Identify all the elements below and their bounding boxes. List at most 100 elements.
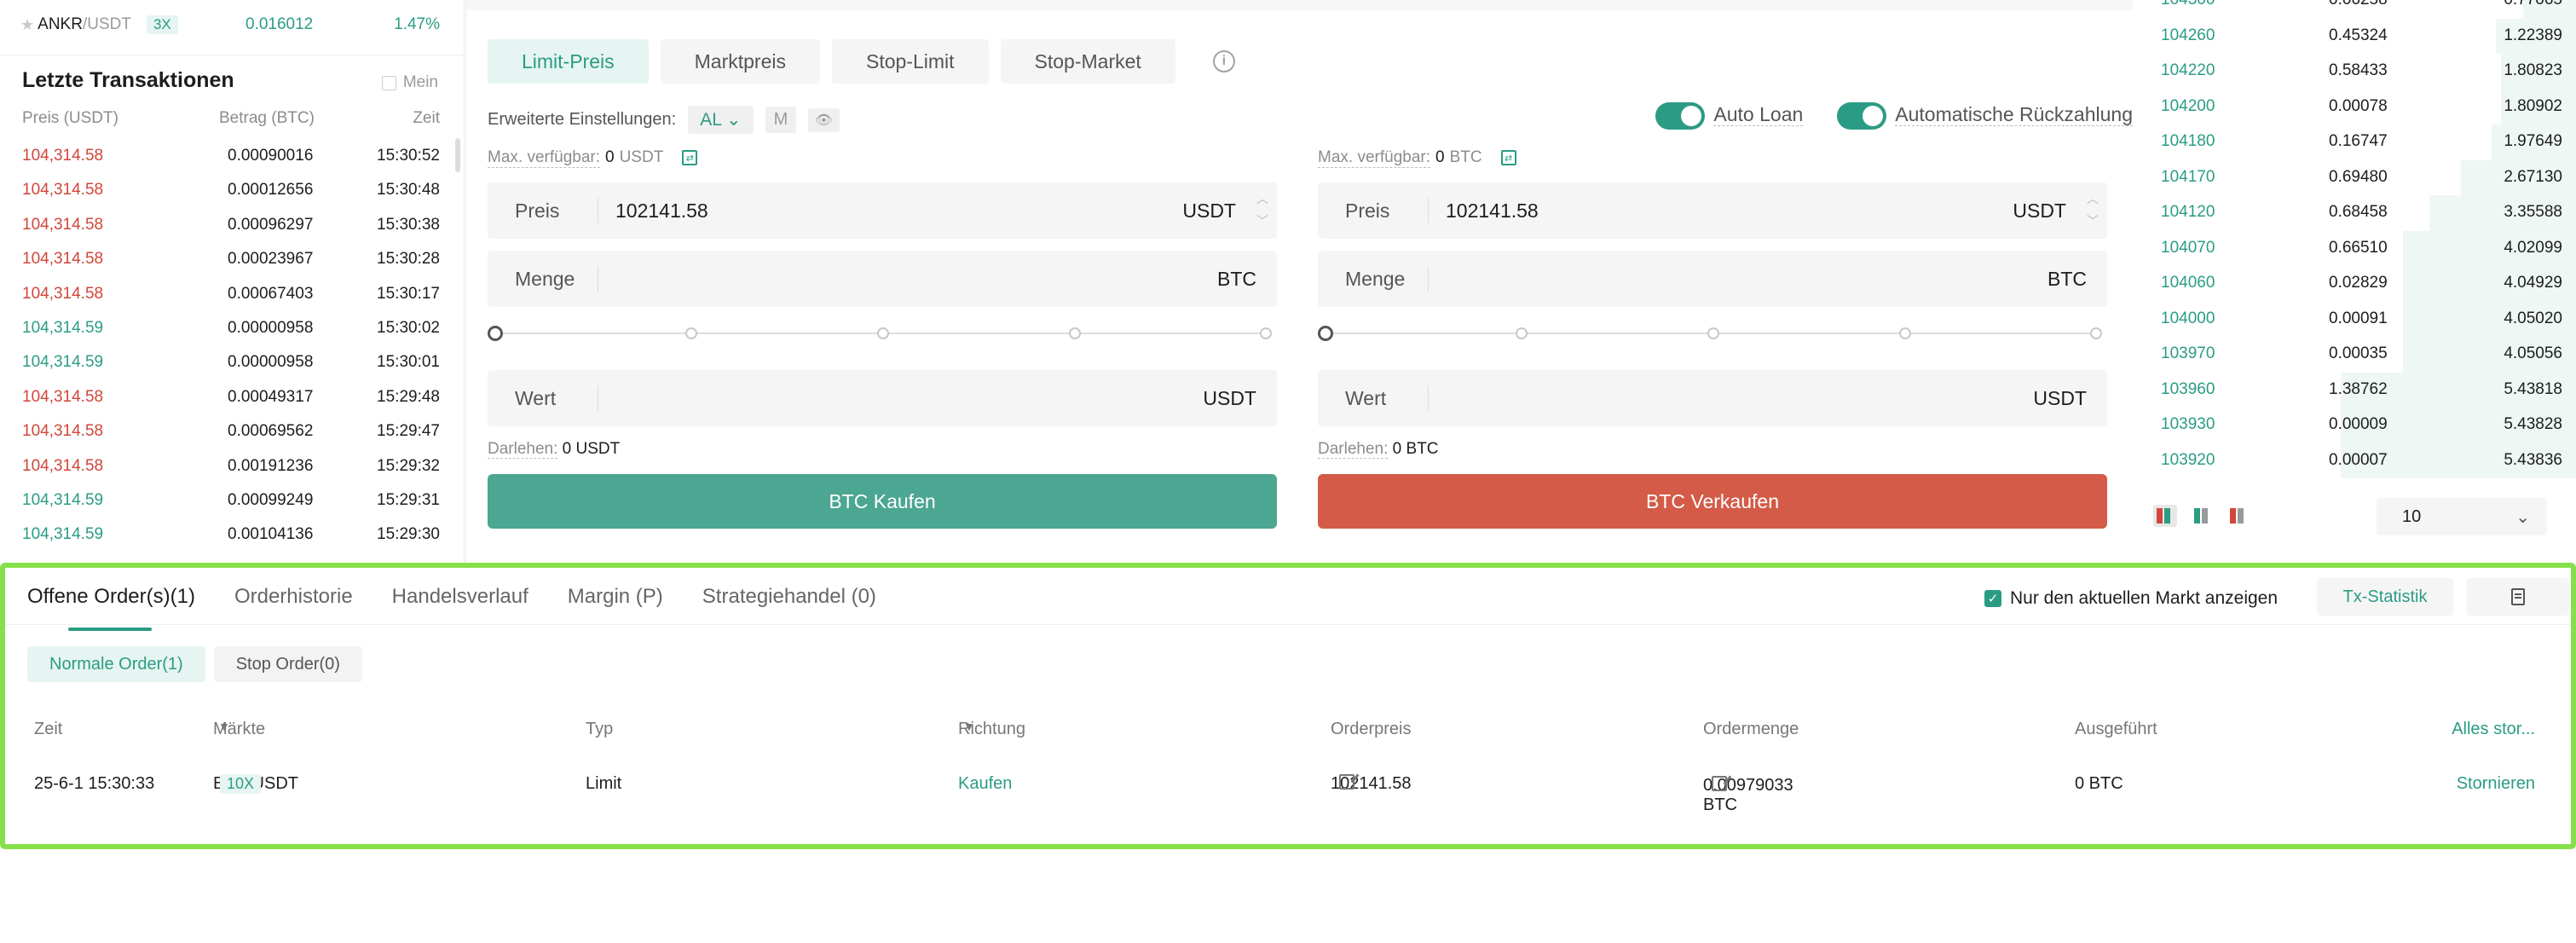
tx-statistics-button[interactable]: Tx-Statistik <box>2317 578 2453 616</box>
buy-value-field[interactable]: Wert USDT <box>488 370 1277 426</box>
toggle-switch[interactable] <box>1655 102 1706 130</box>
mine-checkbox[interactable] <box>381 75 396 90</box>
trade-price: 104,314.59 <box>22 525 104 544</box>
order-book-row[interactable]: 104170 0.69480 2.67130 <box>2133 159 2576 195</box>
price-stepper[interactable]: ︿ ﹀ <box>1256 188 1268 232</box>
view-both-icon[interactable] <box>2153 505 2177 527</box>
depth-select[interactable]: 10 ⌄ <box>2377 498 2547 535</box>
caret-down-icon: ▼ <box>963 720 975 733</box>
list-item: 104,314.58 0.00090016 15:30:52 <box>22 143 440 177</box>
market-quote: /USDT <box>82 15 131 33</box>
checkmark-icon[interactable]: ✓ <box>1984 590 2001 607</box>
sell-value-field[interactable]: Wert USDT <box>1318 370 2107 426</box>
book-total: 4.04929 <box>2504 274 2562 292</box>
slider-mark-25[interactable] <box>685 327 697 339</box>
tab-strategy[interactable]: Strategiehandel (0) <box>702 575 876 629</box>
buy-amount-slider[interactable] <box>488 307 1277 358</box>
book-qty: 0.06258 <box>2329 0 2388 9</box>
sell-qty-field[interactable]: Menge BTC <box>1318 251 2107 307</box>
order-book-row[interactable]: 104180 0.16747 1.97649 <box>2133 124 2576 160</box>
order-book-row[interactable]: 103930 0.00009 5.43828 <box>2133 408 2576 443</box>
col-order-price: Orderpreis <box>1331 720 1412 738</box>
auto-repay-toggle[interactable]: Automatische Rückzahlung <box>1837 102 2133 130</box>
scrollbar[interactable] <box>455 138 460 172</box>
chevron-up-icon[interactable]: ︿ <box>2087 188 2099 210</box>
edit-icon[interactable] <box>1339 774 1354 790</box>
order-book-row[interactable]: 104220 0.58433 1.80823 <box>2133 54 2576 90</box>
subtab-stop-orders[interactable]: Stop Order(0) <box>213 646 362 682</box>
order-book-row[interactable]: 103960 1.38762 5.43818 <box>2133 372 2576 408</box>
info-icon[interactable]: i <box>1212 50 1235 72</box>
leverage-badge: 3X <box>146 15 178 34</box>
slider-mark-100[interactable] <box>2090 327 2102 339</box>
mine-filter[interactable]: Mein <box>381 73 438 92</box>
order-book-row[interactable]: 104070 0.66510 4.02099 <box>2133 230 2576 266</box>
sell-button[interactable]: BTC Verkaufen <box>1318 474 2107 529</box>
slider-mark-50[interactable] <box>877 327 889 339</box>
chevron-down-icon[interactable]: ﹀ <box>1256 210 1268 232</box>
order-book-row[interactable]: 104120 0.68458 3.35588 <box>2133 195 2576 231</box>
book-price: 104070 <box>2161 238 2215 257</box>
m-option[interactable]: M <box>765 107 797 133</box>
price-label: Preis <box>488 198 598 223</box>
price-input[interactable]: 102141.58 <box>1429 200 2013 223</box>
list-item: 104,314.59 0.00099249 15:29:31 <box>22 488 440 522</box>
book-qty: 0.00078 <box>2329 96 2388 115</box>
tab-margin[interactable]: Margin (P) <box>568 575 663 629</box>
book-qty: 0.00035 <box>2329 344 2388 362</box>
market-row-ankr[interactable]: ★ ANKR /USDT 3X 0.016012 1.47% <box>20 12 447 38</box>
view-asks-icon[interactable] <box>2227 505 2250 527</box>
order-book-row[interactable]: 104200 0.00078 1.80902 <box>2133 89 2576 124</box>
buy-price-field[interactable]: Preis 102141.58 USDT ︿ ﹀ <box>488 182 1277 239</box>
toggle-switch[interactable] <box>1837 102 1887 130</box>
view-bids-icon[interactable] <box>2191 505 2215 527</box>
chevron-up-icon[interactable]: ︿ <box>1256 188 1268 210</box>
tab-limit-price[interactable]: Limit-Preis <box>488 39 649 84</box>
order-book-row[interactable]: 104060 0.02829 4.04929 <box>2133 266 2576 302</box>
subtab-normal-orders[interactable]: Normale Order(1) <box>27 646 205 682</box>
price-input[interactable]: 102141.58 <box>598 200 1182 223</box>
slider-mark-50[interactable] <box>1707 327 1719 339</box>
transfer-icon[interactable]: ⇄ <box>682 150 698 165</box>
market-pair: ANKR <box>38 15 83 33</box>
col-time: Zeit <box>34 720 63 738</box>
sell-amount-slider[interactable] <box>1318 307 2107 358</box>
order-book-row[interactable]: 104260 0.45324 1.22389 <box>2133 18 2576 54</box>
book-total: 3.35588 <box>2504 203 2562 221</box>
price-stepper[interactable]: ︿ ﹀ <box>2087 188 2099 232</box>
transfer-icon[interactable]: ⇄ <box>1500 150 1516 165</box>
export-button[interactable] <box>2467 578 2569 616</box>
eye-icon[interactable]: 👁 <box>808 107 840 132</box>
order-executed: 0 BTC <box>2075 774 2123 793</box>
al-dropdown[interactable]: AL ⌄ <box>688 106 754 134</box>
tab-stop-market[interactable]: Stop-Market <box>1000 39 1175 84</box>
chevron-down-icon[interactable]: ﹀ <box>2087 210 2099 232</box>
cancel-order-button[interactable]: Stornieren <box>2457 774 2535 794</box>
only-current-market[interactable]: ✓ Nur den aktuellen Markt anzeigen <box>1984 588 2278 609</box>
tab-stop-limit[interactable]: Stop-Limit <box>831 39 989 84</box>
slider-handle[interactable] <box>488 326 503 341</box>
order-book-row[interactable]: 104300 0.06258 0.77065 <box>2133 0 2576 19</box>
slider-mark-75[interactable] <box>1069 327 1081 339</box>
buy-qty-field[interactable]: Menge BTC <box>488 251 1277 307</box>
slider-mark-100[interactable] <box>1260 327 1272 339</box>
book-price: 104000 <box>2161 309 2215 327</box>
order-book-row[interactable]: 104000 0.00091 4.05020 <box>2133 301 2576 337</box>
order-book-row[interactable]: 103920 0.00007 5.43836 <box>2133 443 2576 478</box>
tab-open-orders[interactable]: Offene Order(s)(1) <box>27 575 195 631</box>
book-total: 4.05056 <box>2504 344 2562 362</box>
cancel-all-button[interactable]: Alles stor... <box>2452 720 2535 739</box>
order-book-row[interactable]: 103970 0.00035 4.05056 <box>2133 337 2576 373</box>
book-price: 104170 <box>2161 167 2215 186</box>
buy-button[interactable]: BTC Kaufen <box>488 474 1277 529</box>
tab-order-history[interactable]: Orderhistorie <box>234 575 353 629</box>
edit-icon[interactable] <box>1712 776 1727 791</box>
slider-mark-75[interactable] <box>1899 327 1911 339</box>
slider-handle[interactable] <box>1318 326 1333 341</box>
sell-price-field[interactable]: Preis 102141.58 USDT ︿ ﹀ <box>1318 182 2107 239</box>
tab-trade-history[interactable]: Handelsverlauf <box>392 575 528 629</box>
auto-loan-toggle[interactable]: Auto Loan <box>1655 102 1804 130</box>
tab-market-price[interactable]: Marktpreis <box>660 39 820 84</box>
slider-mark-25[interactable] <box>1516 327 1528 339</box>
favorite-star-icon[interactable]: ★ <box>20 16 34 34</box>
